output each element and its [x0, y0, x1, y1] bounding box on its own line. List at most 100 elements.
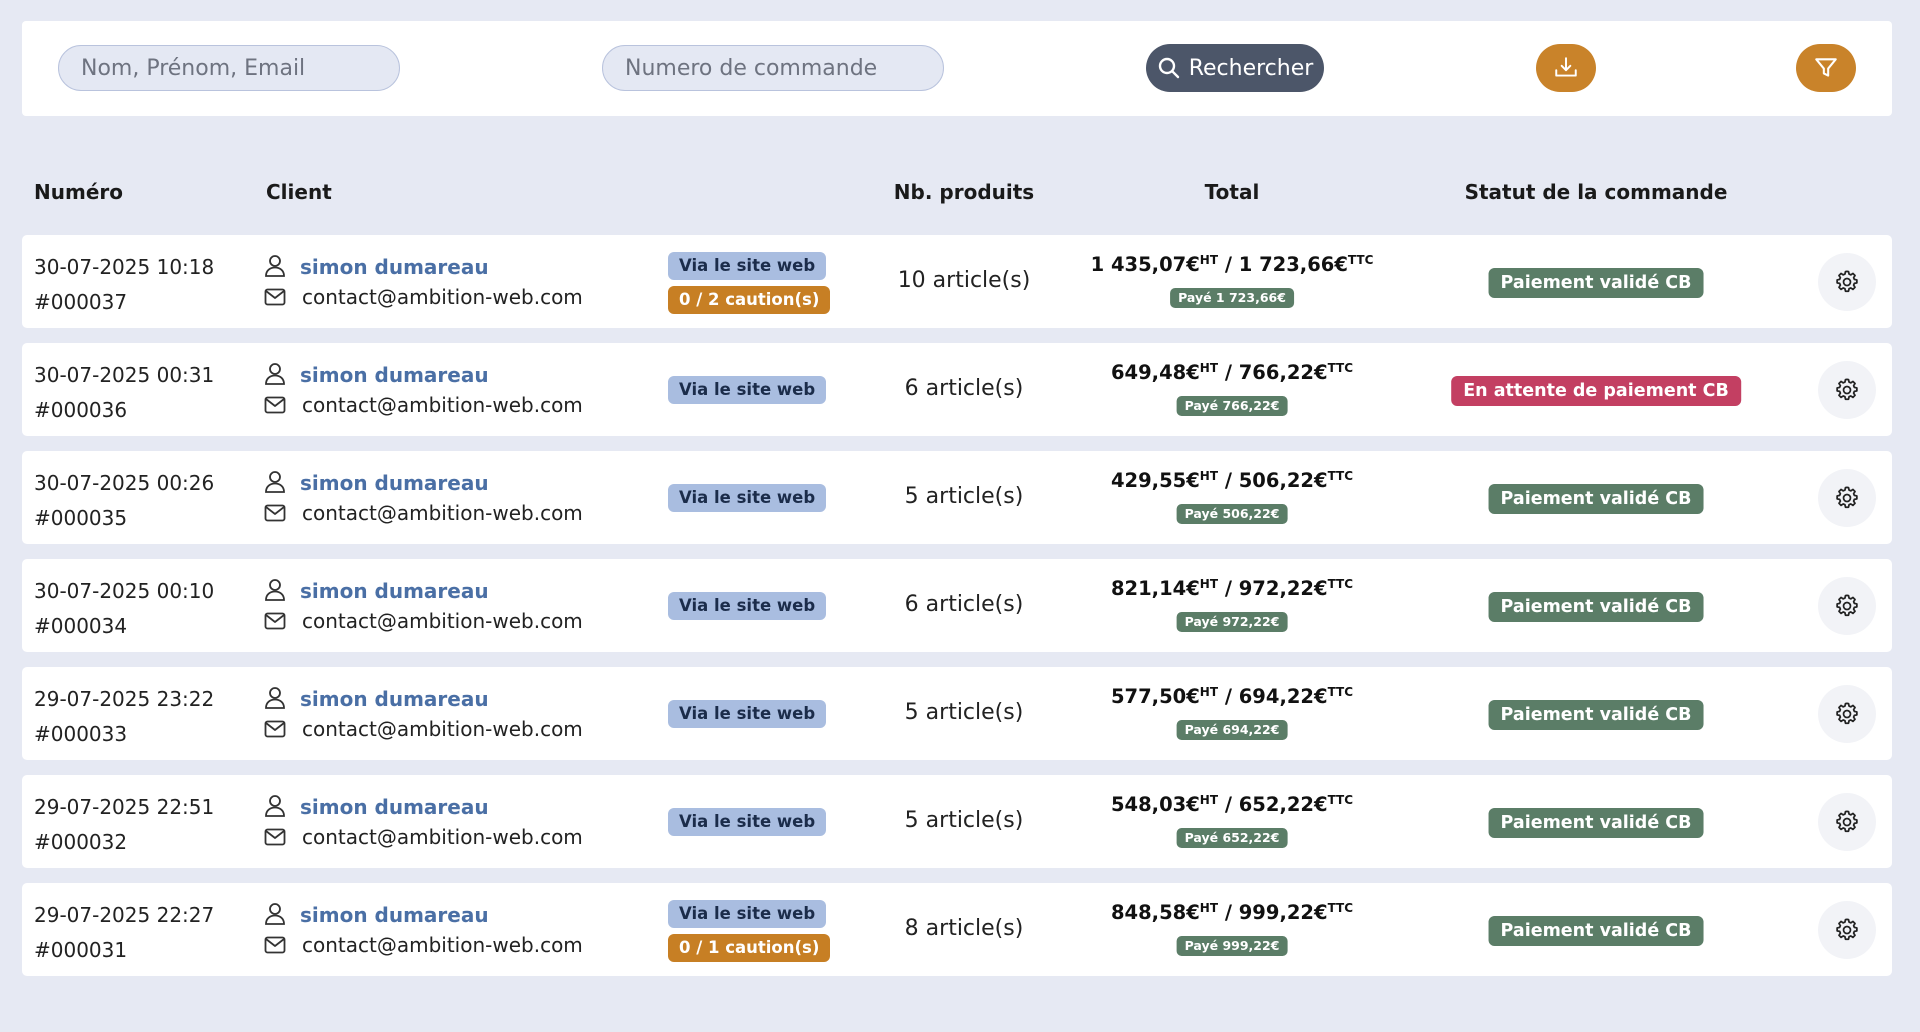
- gear-icon: [1836, 270, 1858, 293]
- order-total: 429,55€HT / 506,22€TTC: [1111, 469, 1353, 492]
- gear-icon: [1836, 810, 1858, 833]
- client-email[interactable]: contact@ambition-web.com: [302, 825, 583, 849]
- order-row[interactable]: 30-07-2025 10:18 #000037 simon dumareau …: [22, 235, 1892, 328]
- order-settings-button[interactable]: [1818, 577, 1876, 635]
- paid-badge: Payé 652,22€: [1176, 828, 1288, 848]
- user-icon: [265, 363, 285, 385]
- total-ht: 577,50€: [1110, 685, 1200, 708]
- client-email[interactable]: contact@ambition-web.com: [302, 501, 583, 525]
- order-date: 30-07-2025 10:18: [34, 255, 215, 279]
- header-total[interactable]: Total: [1205, 180, 1260, 204]
- order-number[interactable]: #000033: [34, 722, 127, 746]
- order-row[interactable]: 30-07-2025 00:10 #000034 simon dumareau …: [22, 559, 1892, 652]
- ttc-label: TTC: [1327, 577, 1354, 591]
- order-number[interactable]: #000034: [34, 614, 127, 638]
- order-number[interactable]: #000035: [34, 506, 127, 530]
- name-search-input[interactable]: [58, 45, 400, 91]
- order-row[interactable]: 29-07-2025 22:27 #000031 simon dumareau …: [22, 883, 1892, 976]
- total-separator: /: [1218, 577, 1239, 600]
- order-settings-button[interactable]: [1818, 253, 1876, 311]
- order-number[interactable]: #000037: [34, 290, 127, 314]
- ttc-label: TTC: [1327, 793, 1354, 807]
- client-email[interactable]: contact@ambition-web.com: [302, 933, 583, 957]
- search-button[interactable]: Rechercher: [1146, 44, 1324, 92]
- origin-tag: Via le site web: [668, 484, 827, 512]
- header-client[interactable]: Client: [266, 180, 332, 204]
- origin-tag: Via le site web: [668, 592, 827, 620]
- order-total: 1 435,07€HT / 1 723,66€TTC: [1091, 253, 1374, 276]
- order-row[interactable]: 29-07-2025 23:22 #000033 simon dumareau …: [22, 667, 1892, 760]
- mail-icon: [264, 936, 286, 954]
- gear-icon: [1836, 378, 1858, 401]
- origin-tag: Via le site web: [668, 252, 827, 280]
- client-name-link[interactable]: simon dumareau: [300, 579, 489, 603]
- user-icon: [265, 795, 285, 817]
- total-separator: /: [1218, 361, 1239, 384]
- order-total: 848,58€HT / 999,22€TTC: [1111, 901, 1353, 924]
- mail-icon: [264, 612, 286, 630]
- search-icon: [1158, 57, 1179, 79]
- status-badge: Paiement validé CB: [1488, 916, 1704, 946]
- status-badge: Paiement validé CB: [1488, 484, 1704, 514]
- product-count: 8 article(s): [904, 916, 1024, 941]
- order-total: 577,50€HT / 694,22€TTC: [1111, 685, 1353, 708]
- download-button[interactable]: [1536, 44, 1596, 92]
- client-email[interactable]: contact@ambition-web.com: [302, 717, 583, 741]
- order-row[interactable]: 29-07-2025 22:51 #000032 simon dumareau …: [22, 775, 1892, 868]
- order-settings-button[interactable]: [1818, 361, 1876, 419]
- client-email[interactable]: contact@ambition-web.com: [302, 609, 583, 633]
- filter-button[interactable]: [1796, 44, 1856, 92]
- total-ttc: 694,22€: [1238, 685, 1328, 708]
- order-settings-button[interactable]: [1818, 901, 1876, 959]
- header-products[interactable]: Nb. produits: [894, 180, 1034, 204]
- order-number[interactable]: #000031: [34, 938, 127, 962]
- total-separator: /: [1218, 793, 1239, 816]
- ht-label: HT: [1199, 253, 1219, 267]
- product-count: 6 article(s): [904, 592, 1024, 617]
- total-ttc: 766,22€: [1238, 361, 1328, 384]
- client-name-link[interactable]: simon dumareau: [300, 363, 489, 387]
- order-settings-button[interactable]: [1818, 793, 1876, 851]
- order-settings-button[interactable]: [1818, 469, 1876, 527]
- total-ht: 848,58€: [1110, 901, 1200, 924]
- client-name-link[interactable]: simon dumareau: [300, 255, 489, 279]
- client-name-link[interactable]: simon dumareau: [300, 687, 489, 711]
- order-row[interactable]: 30-07-2025 00:26 #000035 simon dumareau …: [22, 451, 1892, 544]
- client-email[interactable]: contact@ambition-web.com: [302, 393, 583, 417]
- ttc-label: TTC: [1327, 685, 1354, 699]
- client-name-link[interactable]: simon dumareau: [300, 903, 489, 927]
- product-count: 5 article(s): [904, 808, 1024, 833]
- total-ttc: 652,22€: [1238, 793, 1328, 816]
- order-number-input[interactable]: [602, 45, 944, 91]
- header-numero[interactable]: Numéro: [34, 180, 123, 204]
- order-date: 30-07-2025 00:26: [34, 471, 215, 495]
- client-email[interactable]: contact@ambition-web.com: [302, 285, 583, 309]
- order-settings-button[interactable]: [1818, 685, 1876, 743]
- gear-icon: [1836, 918, 1858, 941]
- ttc-label: TTC: [1347, 253, 1374, 267]
- total-ht: 649,48€: [1110, 361, 1200, 384]
- origin-tag: Via le site web: [668, 900, 827, 928]
- order-date: 30-07-2025 00:31: [34, 363, 215, 387]
- client-name-link[interactable]: simon dumareau: [300, 471, 489, 495]
- order-row[interactable]: 30-07-2025 00:31 #000036 simon dumareau …: [22, 343, 1892, 436]
- total-ttc: 506,22€: [1238, 469, 1328, 492]
- paid-badge: Payé 1 723,66€: [1170, 288, 1294, 308]
- user-icon: [265, 687, 285, 709]
- client-name-link[interactable]: simon dumareau: [300, 795, 489, 819]
- ht-label: HT: [1199, 577, 1219, 591]
- user-icon: [265, 903, 285, 925]
- order-number[interactable]: #000036: [34, 398, 127, 422]
- paid-badge: Payé 972,22€: [1176, 612, 1288, 632]
- user-icon: [265, 471, 285, 493]
- order-date: 29-07-2025 23:22: [34, 687, 215, 711]
- order-number[interactable]: #000032: [34, 830, 127, 854]
- total-separator: /: [1218, 253, 1239, 276]
- caution-tag: 0 / 1 caution(s): [668, 934, 831, 962]
- status-badge: Paiement validé CB: [1488, 268, 1704, 298]
- ttc-label: TTC: [1327, 361, 1354, 375]
- gear-icon: [1836, 702, 1858, 725]
- ht-label: HT: [1199, 361, 1219, 375]
- total-ht: 548,03€: [1110, 793, 1200, 816]
- header-status[interactable]: Statut de la commande: [1465, 180, 1728, 204]
